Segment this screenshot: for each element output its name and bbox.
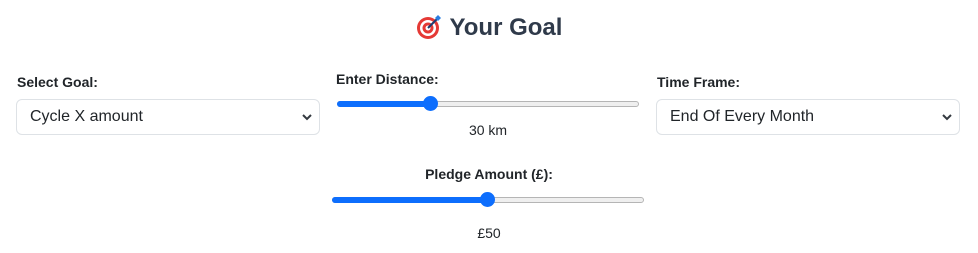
pledge-slider-thumb[interactable] — [480, 192, 495, 207]
pledge-value: £50 — [477, 225, 501, 241]
chevron-down-icon — [302, 114, 312, 121]
target-icon — [416, 15, 441, 39]
distance-label: Enter Distance: — [336, 71, 439, 87]
distance-slider-fill — [337, 101, 431, 107]
select-goal-label: Select Goal: — [17, 74, 98, 90]
page-title: Your Goal — [0, 12, 978, 44]
goal-select-value: Cycle X amount — [30, 108, 143, 125]
distance-slider[interactable] — [337, 93, 639, 113]
page-title-text: Your Goal — [449, 14, 563, 41]
time-frame-label: Time Frame: — [657, 74, 740, 90]
pledge-slider[interactable] — [332, 189, 644, 209]
chevron-down-icon — [942, 114, 952, 121]
distance-value: 30 km — [468, 122, 508, 138]
distance-slider-thumb[interactable] — [422, 96, 438, 111]
pledge-slider-fill — [332, 197, 488, 203]
time-frame-select[interactable]: End Of Every Month — [656, 99, 960, 135]
goal-select[interactable]: Cycle X amount — [16, 99, 320, 135]
goal-form: Your Goal Select Goal: Cycle X amount En… — [0, 0, 978, 253]
pledge-label: Pledge Amount (£): — [425, 166, 553, 182]
time-frame-select-value: End Of Every Month — [670, 108, 815, 125]
